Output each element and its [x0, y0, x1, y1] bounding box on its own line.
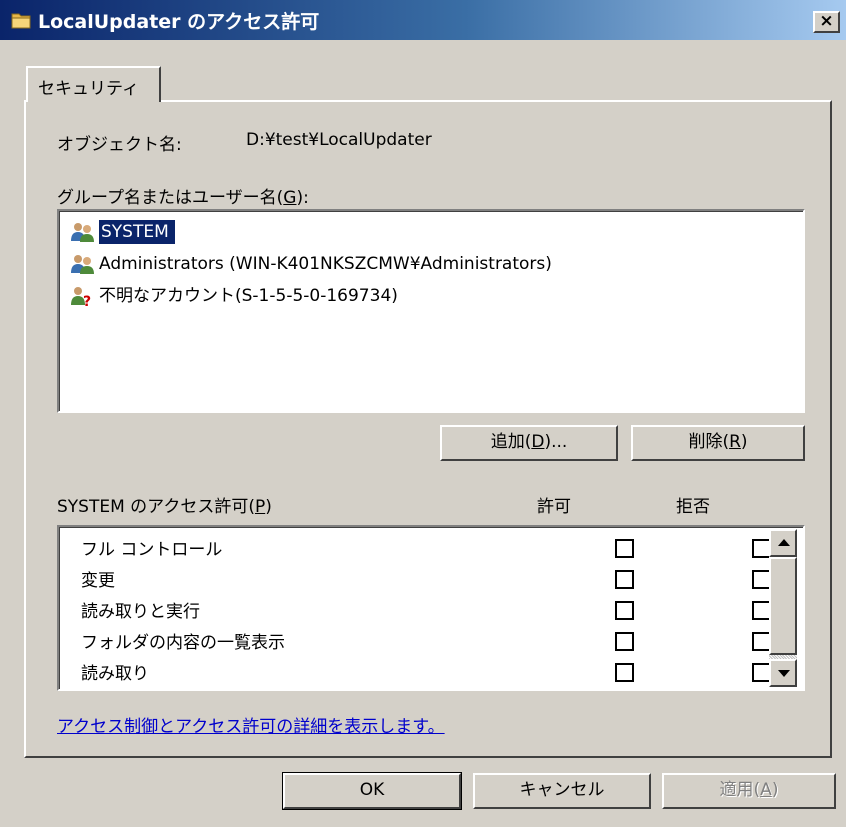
remove-button-suffix: )	[740, 432, 748, 452]
window-title: LocalUpdater のアクセス許可	[38, 11, 320, 33]
scroll-thumb[interactable]	[769, 557, 797, 655]
groups-label-text: グループ名またはユーザー名(	[57, 188, 284, 208]
folder-icon	[11, 13, 31, 29]
remove-button-accesskey: R	[729, 432, 741, 452]
list-item[interactable]: SYSTEM	[67, 217, 797, 247]
users-group-icon	[71, 255, 94, 274]
permission-name: 読み取り	[81, 664, 149, 684]
scroll-up-button[interactable]	[769, 529, 797, 557]
apply-button-suffix: )	[771, 780, 779, 800]
user-name: 不明なアカウント(S-1-5-5-0-169734)	[99, 286, 398, 306]
permissions-header: SYSTEM のアクセス許可(P)	[57, 492, 272, 517]
permission-row: フル コントロール	[81, 533, 771, 563]
permissions-header-text: SYSTEM のアクセス許可(	[57, 497, 255, 517]
groups-label: グループ名またはユーザー名(G):	[57, 183, 309, 208]
svg-text:?: ?	[83, 294, 91, 307]
add-button[interactable]: 追加(D)...	[440, 425, 618, 461]
allow-checkbox[interactable]	[615, 663, 634, 682]
remove-button-text: 削除(	[688, 432, 730, 452]
cancel-button[interactable]: キャンセル	[473, 773, 651, 809]
object-name-label: オブジェクト名:	[57, 135, 182, 155]
permission-row: 読み取りと実行	[81, 595, 771, 625]
apply-button[interactable]: 適用(A)	[662, 773, 836, 809]
permission-row: 読み取り	[81, 657, 771, 687]
object-name-value: D:¥test¥LocalUpdater	[246, 130, 432, 150]
tab-security[interactable]: セキュリティ	[26, 66, 161, 102]
permissions-scrollbar[interactable]	[769, 529, 797, 687]
permission-row: フォルダの内容の一覧表示	[81, 626, 771, 656]
tab-security-label: セキュリティ	[38, 79, 139, 99]
unknown-user-icon: ?	[71, 287, 91, 307]
close-icon: ×	[819, 11, 834, 31]
permissions-header-accesskey: P	[254, 497, 266, 517]
allow-checkbox[interactable]	[615, 632, 634, 651]
list-item[interactable]: Administrators (WIN-K401NKSZCMW¥Administ…	[67, 249, 797, 279]
apply-button-text: 適用(	[719, 780, 761, 800]
permissions-list: フル コントロール 変更 読み取りと実行 フォルダの内容の一覧表示 読み取り	[57, 525, 805, 691]
ok-button[interactable]: OK	[282, 772, 462, 810]
permission-name: フォルダの内容の一覧表示	[81, 633, 285, 653]
permission-name: 変更	[81, 571, 115, 591]
permissions-header-suffix: )	[265, 497, 272, 517]
arrow-up-icon	[778, 539, 790, 546]
allow-checkbox[interactable]	[615, 601, 634, 620]
add-button-accesskey: D	[531, 432, 545, 452]
arrow-down-icon	[778, 670, 790, 677]
users-group-icon	[71, 223, 94, 242]
list-item[interactable]: ? 不明なアカウント(S-1-5-5-0-169734)	[67, 281, 797, 311]
permission-name: フル コントロール	[81, 540, 223, 560]
remove-button[interactable]: 削除(R)	[631, 425, 805, 461]
permissions-dialog: LocalUpdater のアクセス許可 × セキュリティ オブジェクト名: D…	[0, 0, 846, 827]
allow-checkbox[interactable]	[615, 539, 634, 558]
groups-label-accesskey: G	[283, 188, 297, 208]
allow-checkbox[interactable]	[615, 570, 634, 589]
scroll-down-button[interactable]	[769, 659, 797, 687]
add-button-suffix: )...	[544, 432, 568, 452]
deny-column-header: 拒否	[676, 497, 710, 517]
access-control-help-link[interactable]: アクセス制御とアクセス許可の詳細を表示します。	[57, 712, 445, 737]
user-name: Administrators (WIN-K401NKSZCMW¥Administ…	[99, 254, 552, 274]
user-name: SYSTEM	[99, 220, 175, 244]
close-button[interactable]: ×	[813, 11, 840, 33]
add-button-text: 追加(	[490, 432, 532, 452]
permission-name: 読み取りと実行	[81, 602, 200, 622]
groups-listbox[interactable]: SYSTEM Administrators (WIN-K401NKSZCMW¥A…	[57, 209, 805, 413]
permission-row: 変更	[81, 564, 771, 594]
groups-label-suffix: ):	[296, 188, 309, 208]
allow-column-header: 許可	[537, 497, 571, 517]
title-bar: LocalUpdater のアクセス許可 ×	[0, 0, 846, 40]
apply-button-accesskey: A	[760, 780, 772, 800]
